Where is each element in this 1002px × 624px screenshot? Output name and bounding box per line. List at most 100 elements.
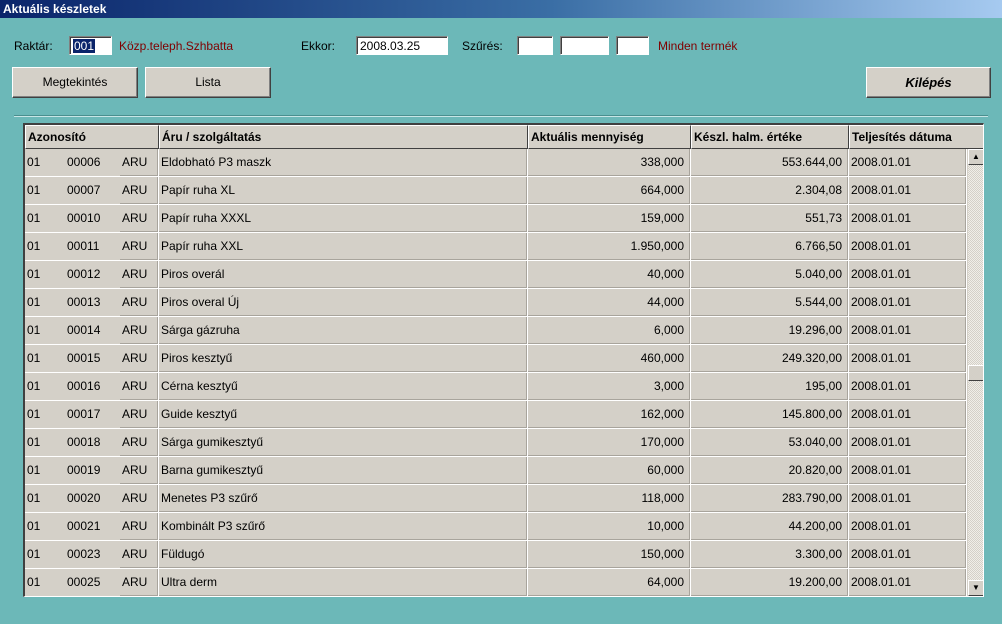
szures-description: Minden termék <box>658 39 738 53</box>
cell-type: ARU <box>120 317 159 345</box>
cell-quantity: 3,000 <box>528 373 691 401</box>
header-mennyiseg[interactable]: Aktuális mennyiség <box>528 125 691 149</box>
megtekintes-button[interactable]: Megtekintés <box>12 67 138 98</box>
table-row[interactable]: 01 00020 ARU Menetes P3 szűrő 118,000 283.790… <box>25 485 967 513</box>
cell-id: 00010 <box>65 205 120 233</box>
cell-group: 01 <box>25 261 65 289</box>
cell-value: 249.320,00 <box>691 345 849 373</box>
cell-type: ARU <box>120 205 159 233</box>
cell-id: 00006 <box>65 149 120 177</box>
window-title-bar: Aktuális készletek <box>0 0 1002 18</box>
header-aru[interactable]: Áru / szolgáltatás <box>159 125 528 149</box>
cell-type: ARU <box>120 513 159 541</box>
cell-id: 00014 <box>65 317 120 345</box>
cell-name: Sárga gázruha <box>159 317 528 345</box>
table-row[interactable]: 01 00007 ARU Papír ruha XL 664,000 2.304,08 20… <box>25 177 967 205</box>
cell-type: ARU <box>120 345 159 373</box>
header-ertek[interactable]: Készl. halm. értéke <box>691 125 849 149</box>
cell-value: 283.790,00 <box>691 485 849 513</box>
lista-button[interactable]: Lista <box>145 67 271 98</box>
cell-group: 01 <box>25 205 65 233</box>
cell-type: ARU <box>120 261 159 289</box>
table-row[interactable]: 01 00015 ARU Piros kesztyű 460,000 249.320,00… <box>25 345 967 373</box>
table-row[interactable]: 01 00010 ARU Papír ruha XXXL 159,000 551,73 20… <box>25 205 967 233</box>
cell-type: ARU <box>120 429 159 457</box>
table-row[interactable]: 01 00021 ARU Kombinált P3 szűrő 10,000 44.200… <box>25 513 967 541</box>
cell-group: 01 <box>25 373 65 401</box>
cell-group: 01 <box>25 401 65 429</box>
cell-value: 6.766,50 <box>691 233 849 261</box>
cell-name: Cérna kesztyű <box>159 373 528 401</box>
cell-group: 01 <box>25 429 65 457</box>
cell-value: 53.040,00 <box>691 429 849 457</box>
cell-type: ARU <box>120 485 159 513</box>
cell-value: 19.296,00 <box>691 317 849 345</box>
table-row[interactable]: 01 00016 ARU Cérna kesztyű 3,000 195,00 2008.0… <box>25 373 967 401</box>
ekkor-date-input[interactable]: 2008.03.25 <box>356 36 448 55</box>
cell-quantity: 150,000 <box>528 541 691 569</box>
vertical-scrollbar[interactable]: ▲ ▼ <box>968 149 983 596</box>
cell-name: Füldugó <box>159 541 528 569</box>
cell-name: Eldobható P3 maszk <box>159 149 528 177</box>
cell-quantity: 460,000 <box>528 345 691 373</box>
cell-group: 01 <box>25 541 65 569</box>
raktar-name: Közp.teleph.Szhbatta <box>119 39 234 53</box>
header-azonosito[interactable]: Azonosító <box>25 125 159 149</box>
table-row[interactable]: 01 00014 ARU Sárga gázruha 6,000 19.296,00 200… <box>25 317 967 345</box>
arrow-down-icon[interactable]: ▼ <box>968 580 983 596</box>
cell-group: 01 <box>25 345 65 373</box>
cell-name: Guide kesztyű <box>159 401 528 429</box>
scroll-thumb[interactable] <box>968 365 983 381</box>
cell-date: 2008.01.01 <box>849 513 967 541</box>
cell-name: Papír ruha XXL <box>159 233 528 261</box>
cell-quantity: 44,000 <box>528 289 691 317</box>
cell-value: 44.200,00 <box>691 513 849 541</box>
cell-group: 01 <box>25 457 65 485</box>
cell-id: 00017 <box>65 401 120 429</box>
table-row[interactable]: 01 00011 ARU Papír ruha XXL 1.950,000 6.766,5… <box>25 233 967 261</box>
cell-type: ARU <box>120 541 159 569</box>
cell-group: 01 <box>25 233 65 261</box>
cell-name: Barna gumikesztyű <box>159 457 528 485</box>
cell-quantity: 159,000 <box>528 205 691 233</box>
cell-quantity: 40,000 <box>528 261 691 289</box>
table-row[interactable]: 01 00017 ARU Guide kesztyű 162,000 145.800,00… <box>25 401 967 429</box>
table-row[interactable]: 01 00013 ARU Piros overal Új 44,000 5.544,00 2… <box>25 289 967 317</box>
szures-input-2[interactable] <box>560 36 609 55</box>
szures-input-1[interactable] <box>517 36 553 55</box>
table-row[interactable]: 01 00012 ARU Piros overál 40,000 5.040,00 2008… <box>25 261 967 289</box>
table-row[interactable]: 01 00025 ARU Ultra derm 64,000 19.200,00 2008.… <box>25 569 967 596</box>
table-row[interactable]: 01 00006 ARU Eldobható P3 maszk 338,000 553.6… <box>25 149 967 177</box>
arrow-up-icon[interactable]: ▲ <box>968 149 983 165</box>
szures-input-3[interactable] <box>616 36 649 55</box>
cell-date: 2008.01.01 <box>849 373 967 401</box>
kilepes-button[interactable]: Kilépés <box>866 67 991 98</box>
cell-name: Piros kesztyű <box>159 345 528 373</box>
cell-date: 2008.01.01 <box>849 485 967 513</box>
cell-group: 01 <box>25 485 65 513</box>
cell-id: 00016 <box>65 373 120 401</box>
table-row[interactable]: 01 00023 ARU Füldugó 150,000 3.300,00 2008.01.… <box>25 541 967 569</box>
cell-value: 195,00 <box>691 373 849 401</box>
cell-date: 2008.01.01 <box>849 401 967 429</box>
cell-value: 5.040,00 <box>691 261 849 289</box>
separator-line <box>14 115 988 117</box>
cell-value: 5.544,00 <box>691 289 849 317</box>
header-datum[interactable]: Teljesítés dátuma <box>849 125 983 149</box>
cell-type: ARU <box>120 373 159 401</box>
cell-value: 145.800,00 <box>691 401 849 429</box>
cell-group: 01 <box>25 569 65 596</box>
raktar-input[interactable]: 001 <box>69 36 112 55</box>
cell-date: 2008.01.01 <box>849 541 967 569</box>
table-header: Azonosító Áru / szolgáltatás Aktuális me… <box>25 125 983 149</box>
cell-name: Kombinált P3 szűrő <box>159 513 528 541</box>
stock-table: Azonosító Áru / szolgáltatás Aktuális me… <box>23 123 984 597</box>
table-row[interactable]: 01 00019 ARU Barna gumikesztyű 60,000 20.820,… <box>25 457 967 485</box>
cell-type: ARU <box>120 177 159 205</box>
table-row[interactable]: 01 00018 ARU Sárga gumikesztyű 170,000 53.040… <box>25 429 967 457</box>
cell-group: 01 <box>25 289 65 317</box>
szures-label: Szűrés: <box>462 39 503 53</box>
cell-date: 2008.01.01 <box>849 289 967 317</box>
cell-date: 2008.01.01 <box>849 317 967 345</box>
cell-quantity: 664,000 <box>528 177 691 205</box>
